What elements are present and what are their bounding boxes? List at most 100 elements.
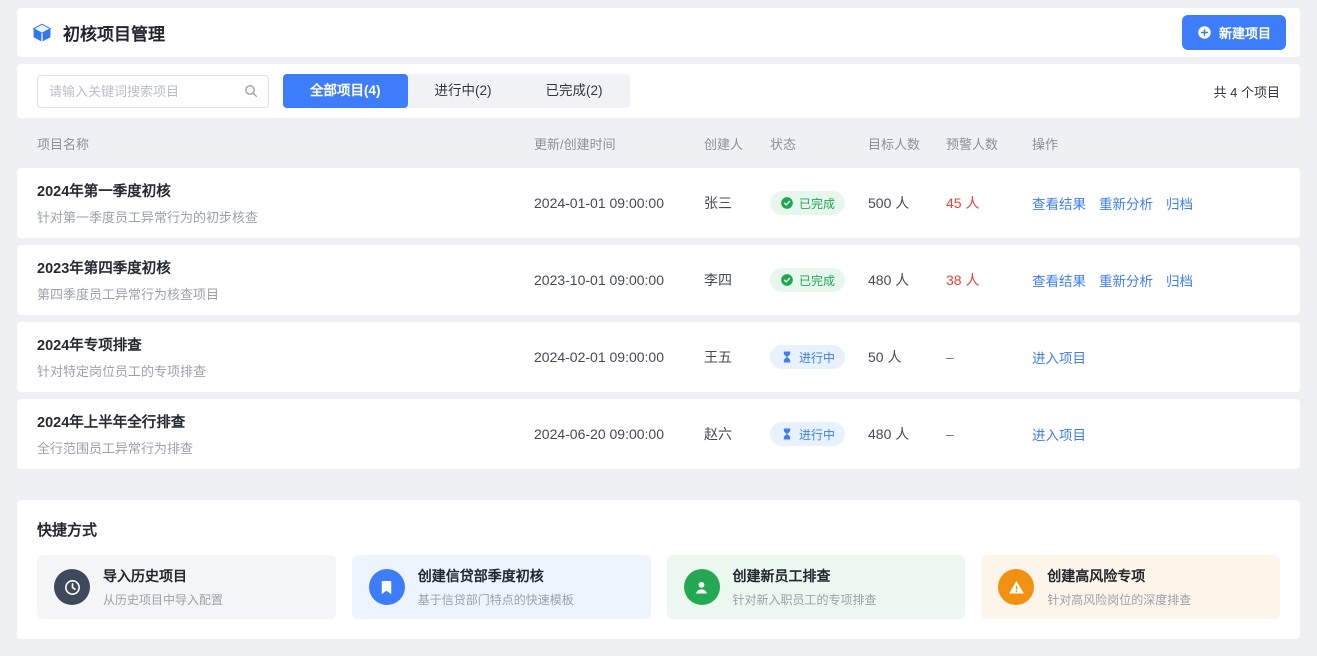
plus-circle-icon — [1197, 25, 1212, 40]
warning-count: – — [946, 426, 1032, 442]
shortcut-cards: 导入历史项目从历史项目中导入配置创建信贷部季度初核基于信贷部门特点的快速模板创建… — [37, 555, 1280, 619]
status-label: 已完成 — [799, 272, 835, 289]
filter-tabs: 全部项目(4) 进行中(2) 已完成(2) — [283, 74, 630, 108]
shortcuts-title: 快捷方式 — [37, 519, 1280, 540]
hourglass-icon — [780, 350, 794, 364]
project-description: 全行范围员工异常行为排查 — [37, 438, 522, 457]
row-actions: 查看结果重新分析归档 — [1032, 270, 1280, 290]
project-description: 针对第一季度员工异常行为的初步核查 — [37, 207, 522, 226]
project-creator: 张三 — [704, 193, 770, 213]
column-update-time: 更新/创建时间 — [534, 134, 704, 153]
page-title: 初核项目管理 — [63, 20, 165, 45]
action-link[interactable]: 进入项目 — [1032, 424, 1086, 444]
shortcut-card-title: 创建新员工排查 — [733, 566, 877, 586]
project-title: 2024年上半年全行排查 — [37, 411, 522, 432]
status-badge: 进行中 — [770, 345, 845, 369]
warning-icon — [998, 569, 1034, 605]
table-row: 2024年专项排查针对特定岗位员工的专项排查2024-02-01 09:00:0… — [17, 322, 1300, 392]
status-label: 已完成 — [799, 195, 835, 212]
status-badge: 已完成 — [770, 268, 845, 292]
target-count: 480 人 — [868, 424, 946, 444]
status-badge: 进行中 — [770, 422, 845, 446]
search-input[interactable] — [37, 75, 269, 108]
action-link[interactable]: 进入项目 — [1032, 347, 1086, 367]
tab-completed[interactable]: 已完成(2) — [519, 74, 630, 108]
shortcut-card-text: 创建新员工排查针对新入职员工的专项排查 — [733, 566, 877, 608]
shortcut-card[interactable]: 创建新员工排查针对新入职员工的专项排查 — [667, 555, 966, 619]
action-link[interactable]: 归档 — [1166, 193, 1193, 213]
warning-count: 38 人 — [946, 270, 1032, 290]
row-actions: 进入项目 — [1032, 424, 1280, 444]
project-status-cell: 已完成 — [770, 268, 868, 292]
shortcut-card-title: 导入历史项目 — [103, 566, 223, 586]
hourglass-icon — [780, 427, 794, 441]
project-name-cell: 2024年上半年全行排查全行范围员工异常行为排查 — [37, 411, 534, 457]
warning-count: 45 人 — [946, 193, 1032, 213]
shortcut-card-title: 创建高风险专项 — [1047, 566, 1191, 586]
shortcut-card-description: 从历史项目中导入配置 — [103, 591, 223, 608]
row-actions: 查看结果重新分析归档 — [1032, 193, 1280, 213]
table-row: 2024年上半年全行排查全行范围员工异常行为排查2024-06-20 09:00… — [17, 399, 1300, 469]
check-circle-icon — [780, 196, 794, 210]
project-status-cell: 已完成 — [770, 191, 868, 215]
project-name-cell: 2024年第一季度初核针对第一季度员工异常行为的初步核查 — [37, 180, 534, 226]
shortcut-card-description: 针对新入职员工的专项排查 — [733, 591, 877, 608]
shortcut-card[interactable]: 导入历史项目从历史项目中导入配置 — [37, 555, 336, 619]
status-label: 进行中 — [799, 349, 835, 366]
project-description: 针对特定岗位员工的专项排查 — [37, 361, 522, 380]
action-link[interactable]: 查看结果 — [1032, 193, 1086, 213]
new-project-button[interactable]: 新建项目 — [1182, 15, 1286, 50]
check-circle-icon — [780, 273, 794, 287]
project-status-cell: 进行中 — [770, 345, 868, 369]
bookmark-icon — [369, 569, 405, 605]
shortcut-card[interactable]: 创建高风险专项针对高风险岗位的深度排查 — [981, 555, 1280, 619]
shortcut-card-text: 创建信贷部季度初核基于信贷部门特点的快速模板 — [418, 566, 574, 608]
project-name-cell: 2024年专项排查针对特定岗位员工的专项排查 — [37, 334, 534, 380]
clock-icon — [54, 569, 90, 605]
project-title: 2023年第四季度初核 — [37, 257, 522, 278]
project-creator: 李四 — [704, 270, 770, 290]
new-project-label: 新建项目 — [1219, 23, 1271, 42]
table-row: 2023年第四季度初核第四季度员工异常行为核查项目2023-10-01 09:0… — [17, 245, 1300, 315]
shortcut-card-text: 创建高风险专项针对高风险岗位的深度排查 — [1047, 566, 1191, 608]
project-creator: 赵六 — [704, 424, 770, 444]
row-actions: 进入项目 — [1032, 347, 1280, 367]
status-badge: 已完成 — [770, 191, 845, 215]
project-time: 2023-10-01 09:00:00 — [534, 272, 704, 288]
shortcut-card-description: 基于信贷部门特点的快速模板 — [418, 591, 574, 608]
toolbar: 全部项目(4) 进行中(2) 已完成(2) 共 4 个项目 — [17, 64, 1300, 118]
project-list: 2024年第一季度初核针对第一季度员工异常行为的初步核查2024-01-01 0… — [17, 168, 1300, 469]
action-link[interactable]: 重新分析 — [1099, 270, 1153, 290]
table-row: 2024年第一季度初核针对第一季度员工异常行为的初步核查2024-01-01 0… — [17, 168, 1300, 238]
column-warning-count: 预警人数 — [946, 134, 1032, 153]
search-box — [37, 75, 269, 108]
column-creator: 创建人 — [704, 134, 770, 153]
column-status: 状态 — [770, 134, 868, 153]
tab-all-projects[interactable]: 全部项目(4) — [283, 74, 408, 108]
project-total-count: 共 4 个项目 — [1214, 82, 1280, 101]
title-wrap: 初核项目管理 — [31, 20, 165, 45]
shortcut-card-description: 针对高风险岗位的深度排查 — [1047, 591, 1191, 608]
project-description: 第四季度员工异常行为核查项目 — [37, 284, 522, 303]
project-status-cell: 进行中 — [770, 422, 868, 446]
action-link[interactable]: 重新分析 — [1099, 193, 1153, 213]
column-actions: 操作 — [1032, 134, 1280, 153]
project-title: 2024年第一季度初核 — [37, 180, 522, 201]
project-name-cell: 2023年第四季度初核第四季度员工异常行为核查项目 — [37, 257, 534, 303]
search-icon[interactable] — [243, 83, 259, 99]
page-header: 初核项目管理 新建项目 — [17, 8, 1300, 57]
action-link[interactable]: 查看结果 — [1032, 270, 1086, 290]
tab-in-progress[interactable]: 进行中(2) — [408, 74, 519, 108]
status-label: 进行中 — [799, 426, 835, 443]
warning-count: – — [946, 349, 1032, 365]
project-title: 2024年专项排查 — [37, 334, 522, 355]
user-icon — [684, 569, 720, 605]
shortcut-card[interactable]: 创建信贷部季度初核基于信贷部门特点的快速模板 — [352, 555, 651, 619]
project-creator: 王五 — [704, 347, 770, 367]
column-project-name: 项目名称 — [37, 134, 534, 153]
column-target-count: 目标人数 — [868, 134, 946, 153]
target-count: 500 人 — [868, 193, 946, 213]
shortcut-card-title: 创建信贷部季度初核 — [418, 566, 574, 586]
action-link[interactable]: 归档 — [1166, 270, 1193, 290]
project-time: 2024-02-01 09:00:00 — [534, 349, 704, 365]
